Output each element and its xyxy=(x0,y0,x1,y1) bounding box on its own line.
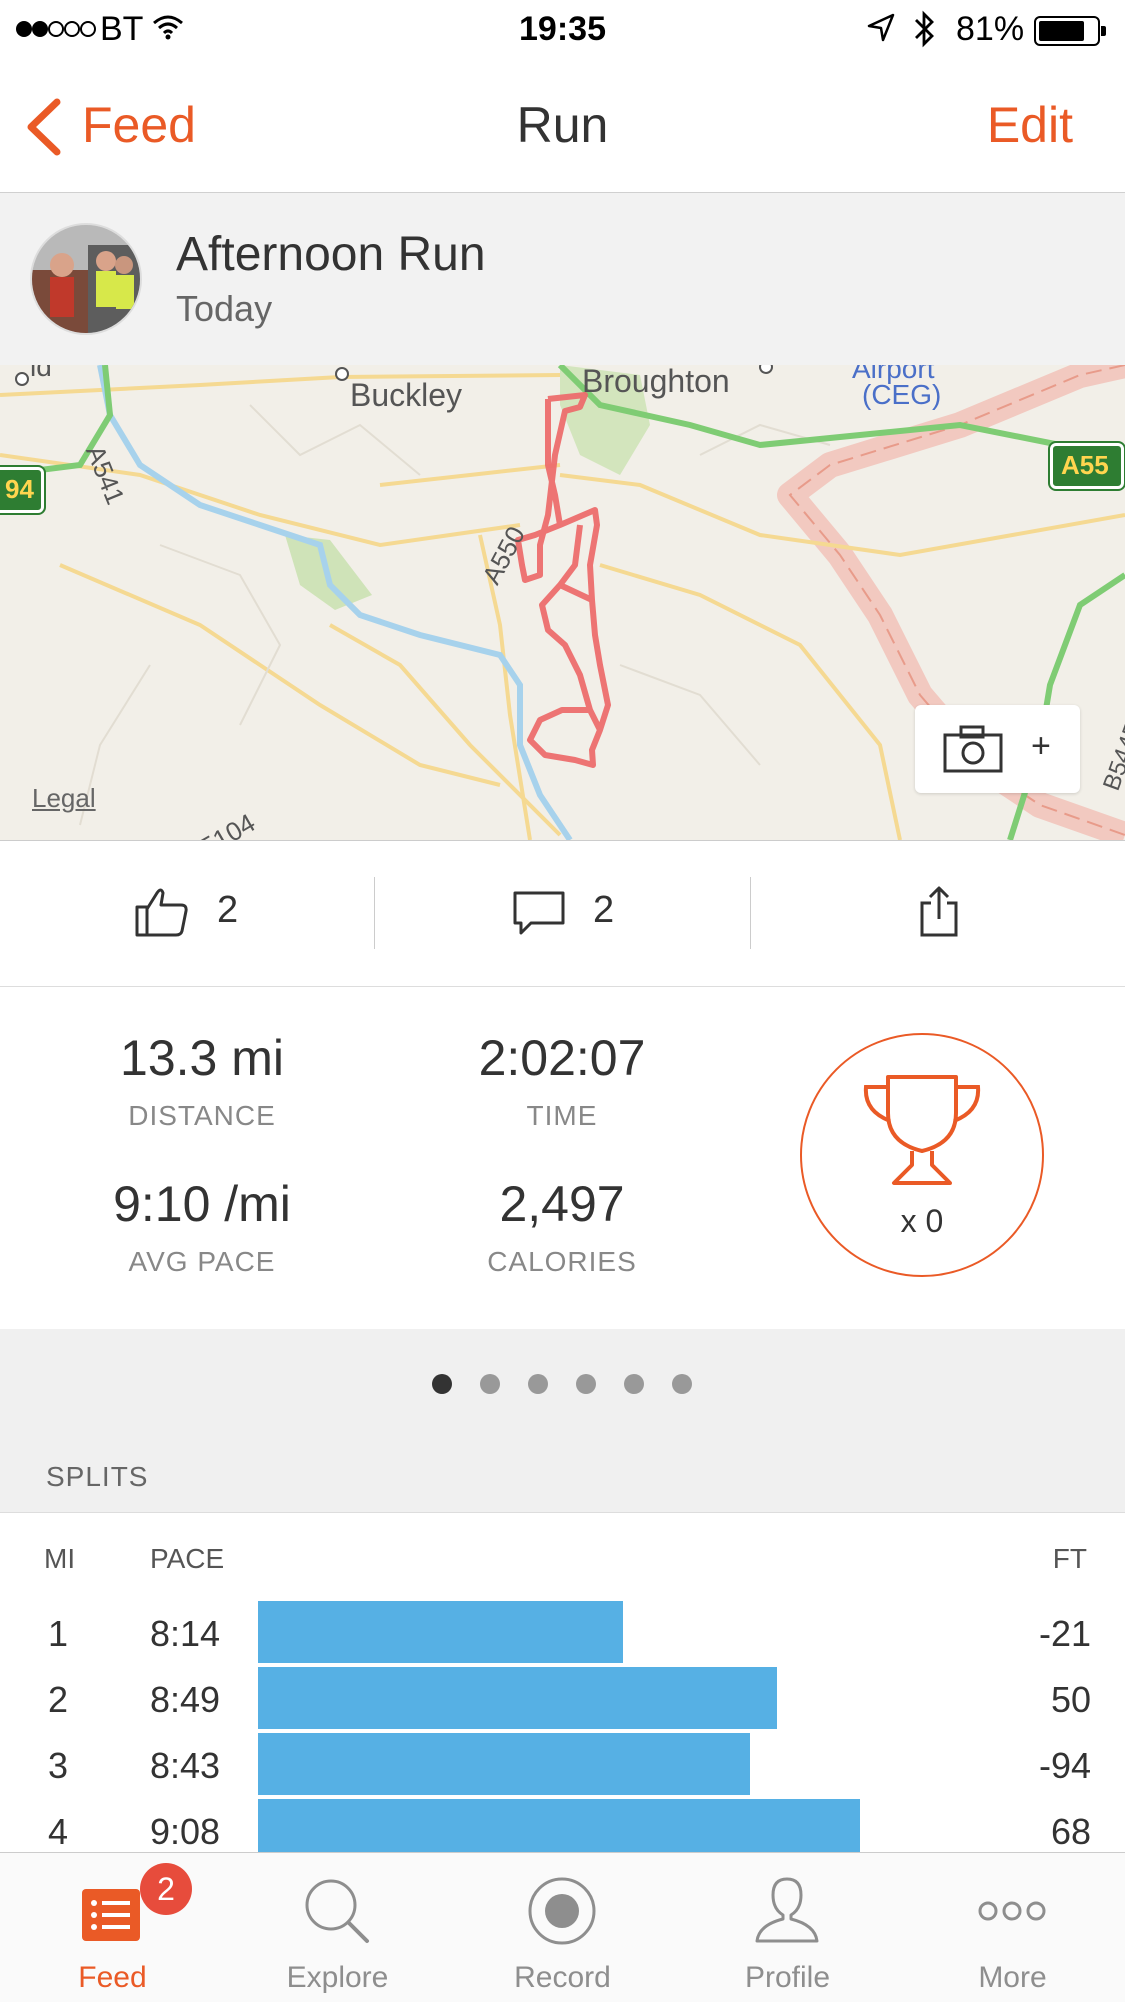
split-mile: 1 xyxy=(48,1613,69,1654)
avatar-image xyxy=(32,225,140,333)
split-mile: 4 xyxy=(48,1811,69,1852)
map-label-hold: ld xyxy=(30,365,52,382)
notification-badge: 2 xyxy=(140,1863,192,1915)
split-pace: 8:14 xyxy=(150,1613,221,1654)
comments-count: 2 xyxy=(593,889,615,931)
split-row: 3 8:43 -94 xyxy=(0,1731,1125,1797)
search-icon xyxy=(305,1879,369,1943)
activity-header: Afternoon Run Today xyxy=(0,193,1125,365)
calories-label: CALORIES xyxy=(487,1246,637,1277)
kudos-count: 2 xyxy=(217,889,239,931)
split-pace: 9:08 xyxy=(150,1811,221,1852)
map-label-buckley: Buckley xyxy=(350,377,463,413)
split-mile: 2 xyxy=(48,1679,69,1720)
page-dot[interactable] xyxy=(480,1374,500,1394)
tab-profile[interactable]: Profile xyxy=(675,1853,900,2002)
split-elevation: 50 xyxy=(1050,1679,1091,1720)
avatar[interactable] xyxy=(30,223,142,335)
avg-pace-value: 9:10 /mi xyxy=(113,1176,291,1232)
status-bar: BT 19:35 81% xyxy=(0,0,1125,62)
splits-col-ft: FT xyxy=(1052,1543,1087,1574)
thumbs-up-icon xyxy=(135,888,188,937)
activity-title: Afternoon Run xyxy=(176,228,486,281)
road-sign-a55: A55 xyxy=(1050,443,1124,489)
splits-col-pace: PACE xyxy=(150,1543,225,1574)
split-pace-bar xyxy=(258,1799,860,1853)
tab-profile-label: Profile xyxy=(744,1961,831,1994)
tab-feed-label: Feed xyxy=(78,1961,147,1994)
tab-feed[interactable]: 2 Feed xyxy=(0,1853,225,2002)
split-pace: 8:49 xyxy=(150,1679,221,1720)
split-pace-bar xyxy=(258,1733,750,1795)
share-button[interactable] xyxy=(751,841,1125,986)
page-dot[interactable] xyxy=(528,1374,548,1394)
avg-pace-label: AVG PACE xyxy=(128,1246,276,1277)
split-row: 1 8:14 -21 xyxy=(0,1599,1125,1665)
tab-more-label: More xyxy=(978,1961,1047,1994)
share-icon xyxy=(920,886,958,937)
split-row: 4 9:08 68 xyxy=(0,1797,1125,1853)
feed-icon xyxy=(82,1889,140,1941)
splits-table: MI PACE FT 1 8:14 -21 2 8:49 50 3 8:43 -94 4 9:08 6… xyxy=(0,1513,1125,1853)
camera-icon xyxy=(943,725,1003,773)
split-elevation: 68 xyxy=(1050,1811,1091,1852)
add-photo-button[interactable]: + xyxy=(915,705,1080,793)
split-mile: 3 xyxy=(48,1745,69,1786)
tab-record[interactable]: Record xyxy=(450,1853,675,2002)
tab-record-label: Record xyxy=(514,1961,611,1994)
navigation-bar: Feed Run Edit xyxy=(0,62,1125,193)
add-photo-plus: + xyxy=(1031,727,1051,765)
map-label-airport-code: (CEG) xyxy=(862,379,942,410)
map-legal-link[interactable]: Legal xyxy=(32,783,96,814)
location-arrow-icon xyxy=(867,13,895,42)
edit-button[interactable]: Edit xyxy=(987,96,1073,154)
page-dot[interactable] xyxy=(432,1374,452,1394)
page-dot[interactable] xyxy=(624,1374,644,1394)
activity-date: Today xyxy=(176,288,273,329)
split-row: 2 8:49 50 xyxy=(0,1665,1125,1731)
tab-bar: 2 Feed Explore Record Profile More xyxy=(0,1852,1125,2002)
profile-icon xyxy=(755,1877,819,1943)
achievement-count: x 0 xyxy=(900,1203,944,1239)
battery-icon xyxy=(1034,16,1106,46)
achievements-button[interactable]: x 0 xyxy=(800,1033,1044,1277)
comments-button[interactable]: 2 xyxy=(375,841,749,986)
battery-level xyxy=(1039,21,1084,41)
bluetooth-icon xyxy=(915,10,934,48)
tab-explore[interactable]: Explore xyxy=(225,1853,450,2002)
road-sign-a494: 94 xyxy=(0,467,44,513)
split-pace-bar xyxy=(258,1667,777,1729)
splits-col-mi: MI xyxy=(44,1543,76,1574)
split-pace: 8:43 xyxy=(150,1745,221,1786)
distance-value: 13.3 mi xyxy=(120,1030,284,1086)
page-dot[interactable] xyxy=(576,1374,596,1394)
page-title: Run xyxy=(516,97,609,153)
social-actions: 2 2 xyxy=(0,841,1125,987)
route-map[interactable]: Buckley Broughton ld Airport (CEG) A541 … xyxy=(0,365,1125,841)
activity-stats: 13.3 mi DISTANCE 2:02:07 TIME 9:10 /mi A… xyxy=(0,987,1125,1329)
tab-explore-label: Explore xyxy=(286,1961,389,1994)
comment-icon xyxy=(513,891,565,935)
battery-percentage: 81% xyxy=(956,10,1025,48)
split-pace-bar xyxy=(258,1601,623,1663)
trophy-icon xyxy=(863,1075,981,1185)
pager-section: SPLITS xyxy=(0,1329,1125,1513)
time-value: 2:02:07 xyxy=(478,1030,646,1086)
distance-label: DISTANCE xyxy=(128,1100,276,1131)
page-dot[interactable] xyxy=(672,1374,692,1394)
record-icon xyxy=(528,1877,596,1945)
more-icon xyxy=(978,1901,1046,1921)
calories-value: 2,497 xyxy=(499,1176,625,1232)
split-elevation: -94 xyxy=(1038,1745,1091,1786)
tab-more[interactable]: More xyxy=(900,1853,1125,2002)
kudos-button[interactable]: 2 xyxy=(0,841,374,986)
map-label-broughton: Broughton xyxy=(582,365,730,399)
splits-heading: SPLITS xyxy=(46,1461,149,1492)
split-elevation: -21 xyxy=(1038,1613,1091,1654)
time-label: TIME xyxy=(526,1100,598,1131)
